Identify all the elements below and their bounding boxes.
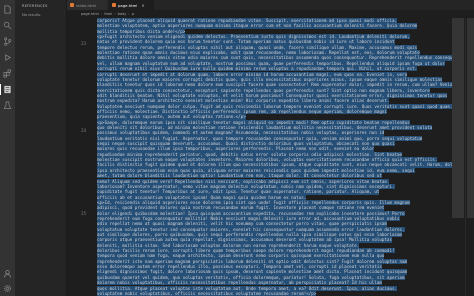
run-debug-icon[interactable] <box>2 52 13 63</box>
html-file-icon <box>70 3 74 7</box>
files-icon[interactable] <box>2 4 13 15</box>
chevron-right-icon: › <box>128 12 130 16</box>
extensions-icon[interactable] <box>2 68 13 79</box>
search-icon[interactable] <box>2 20 13 31</box>
html-file-icon <box>112 3 116 7</box>
no-results-message: No results. <box>22 13 42 17</box>
scrollbar-thumb[interactable] <box>467 18 474 218</box>
line-number: 23 <box>81 41 86 46</box>
tab-video-html[interactable]: video.html <box>67 0 108 10</box>
chevron-right-icon: › <box>100 12 103 16</box>
breadcrumb-item[interactable]: page.html <box>81 12 99 16</box>
references-icon[interactable] <box>0 84 13 95</box>
activity-bar <box>0 0 15 296</box>
breadcrumb: page.html › html › body › p <box>67 10 474 18</box>
vertical-scrollbar[interactable] <box>465 18 474 296</box>
tab-label: video.html <box>76 2 97 8</box>
breadcrumb-item[interactable]: body <box>118 12 127 16</box>
code-area[interactable]: corporis? Atque placeat aliquid quaerat … <box>97 18 452 296</box>
chevron-right-icon: › <box>114 12 116 16</box>
code-line[interactable]: voluptatem nobis voluptatibus, officiis … <box>97 290 317 296</box>
settings-gear-icon[interactable] <box>2 283 13 294</box>
tab-label: page.html <box>118 2 138 8</box>
code-editor[interactable]: 23 24 25 corporis? Atque placeat aliquid… <box>67 18 474 296</box>
breadcrumb-item[interactable]: html <box>104 12 112 16</box>
breadcrumb-item[interactable]: p <box>132 12 134 16</box>
line-number: 25 <box>81 211 86 216</box>
minimap[interactable] <box>452 18 464 296</box>
line-number-gutter: 23 24 25 <box>67 18 95 296</box>
panel-title: REFERENCES <box>22 4 48 8</box>
tab-page-html[interactable]: page.html × <box>109 0 155 10</box>
source-control-icon[interactable] <box>2 36 13 47</box>
close-icon[interactable]: × <box>141 3 144 8</box>
account-icon[interactable] <box>2 268 13 279</box>
line-number: 24 <box>81 128 86 133</box>
tab-bar: video.html page.html × <box>67 0 474 10</box>
references-panel: REFERENCES No results. <box>15 0 67 296</box>
minimap-block <box>452 18 464 218</box>
testing-icon[interactable] <box>2 100 13 111</box>
